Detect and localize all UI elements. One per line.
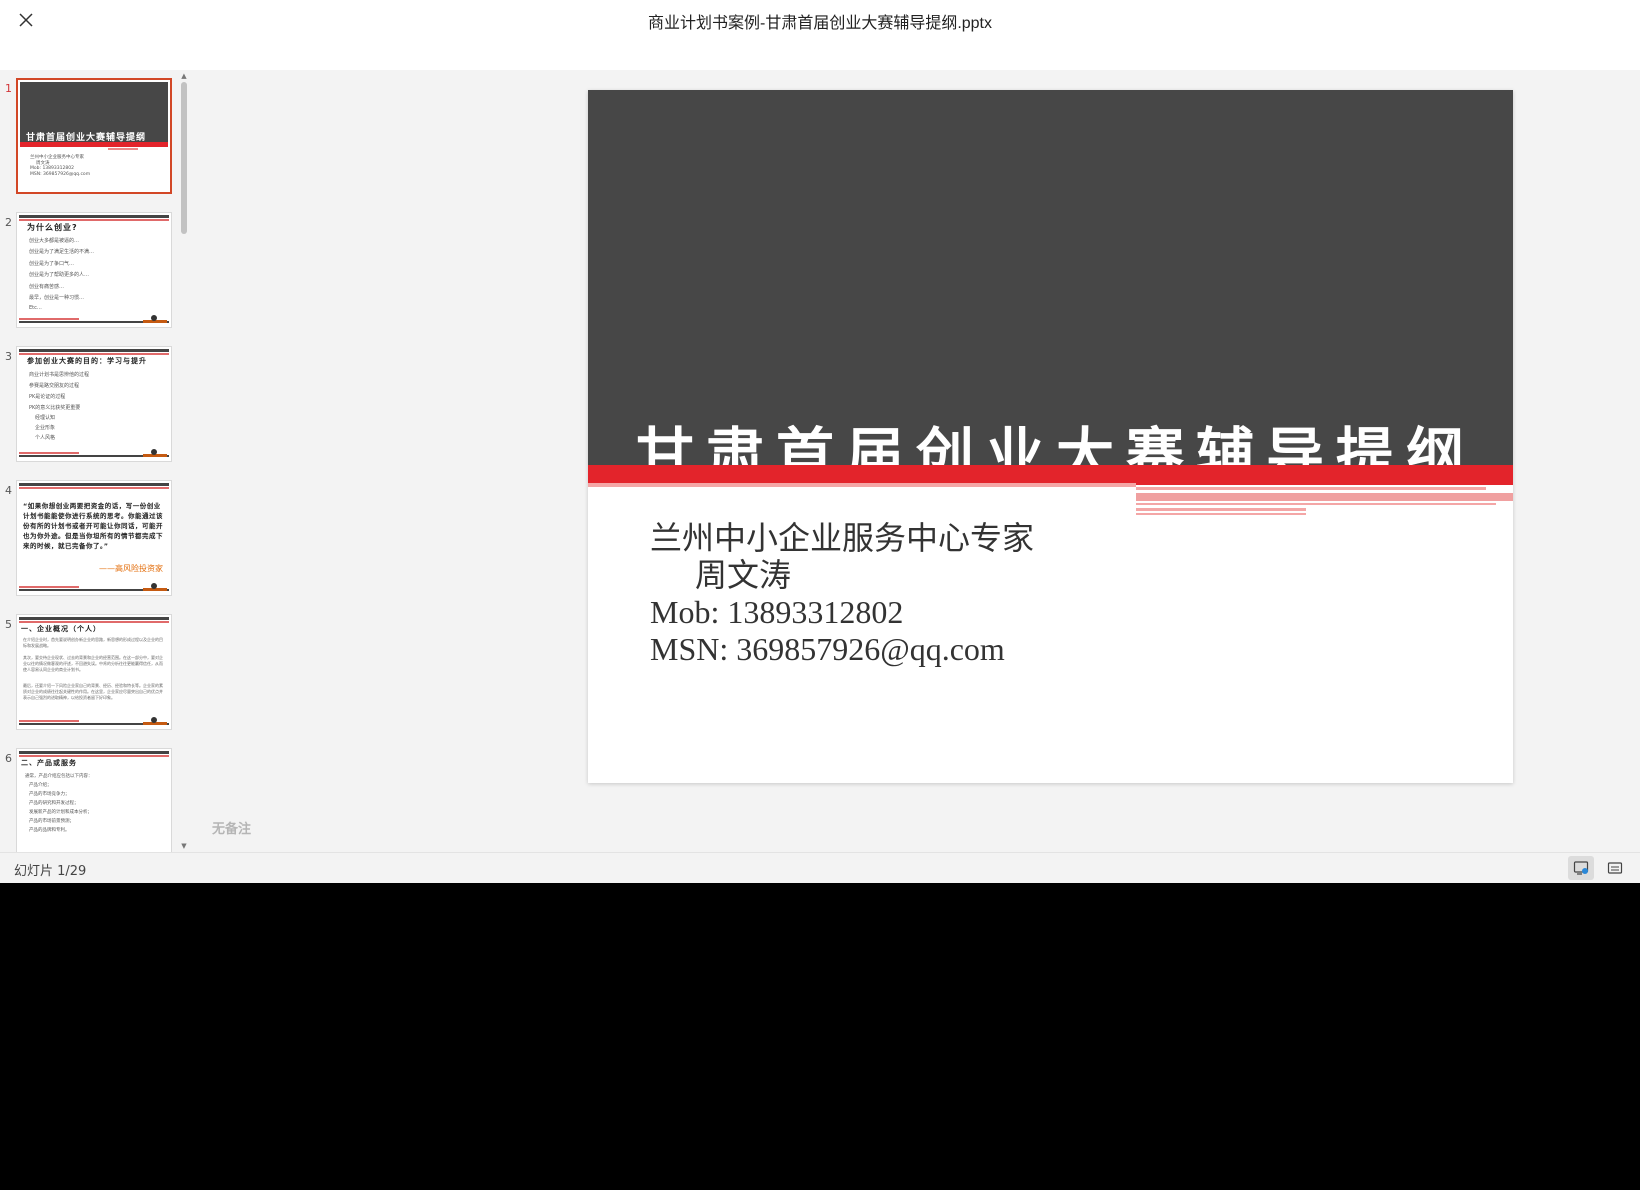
slide-body-text: 兰州中小企业服务中心专家 周文涛 Mob: 13893312802 MSN: 3…: [650, 520, 1034, 668]
thumbnail-preview[interactable]: 参加创业大赛的目的：学习与提升 商业计划书是思辨他的过程 参赛是路交朋友的过程 …: [16, 346, 172, 462]
thumbnail-slide-5[interactable]: 5 一、企业概况（个人） 在介绍企业时，首先要说明创办新企业的思路，新思想的形成…: [0, 606, 180, 730]
slide-stripe: [588, 483, 1136, 487]
thumb-bottom-stripe: [19, 318, 79, 320]
scroll-up-arrow-icon[interactable]: ▲: [180, 72, 188, 80]
thumb-line: PK是论证的过程: [29, 394, 66, 400]
thumbnail-slide-1[interactable]: 1 甘肃首届创业大赛辅导提纲 兰州中小企业服务中心专家 周文涛 Mob: 138…: [0, 70, 180, 194]
thumb-bottom-stripe: [19, 452, 79, 454]
title-bar: 商业计划书案例-甘肃首届创业大赛辅导提纲.pptx: [0, 0, 1640, 70]
thumbnail-number: 6: [5, 752, 12, 765]
thumb-line: 产品的市场竞争力；: [29, 792, 70, 797]
thumb-line: 创业大多都是被逼的…: [29, 238, 80, 244]
slide-line-mobile: Mob: 13893312802: [650, 594, 904, 630]
thumb-title: 为什么创业?: [27, 223, 78, 232]
thumbnail-slide-6[interactable]: 6 二、产品或服务 通常，产品介绍应包括以下内容： 产品介绍； 产品的市场竞争力…: [0, 740, 180, 852]
thumb-line: 参赛是路交朋友的过程: [29, 383, 80, 389]
thumbnail-number: 3: [5, 350, 12, 363]
thumb-top-bar: [19, 483, 169, 486]
thumb-line: Etc…: [29, 305, 42, 311]
slide-stripe: [1136, 503, 1496, 505]
thumb-bottom-stripe: [19, 720, 79, 722]
slide-red-band: [588, 465, 1513, 485]
thumb-quote: “如果你想创业两要把资金的话，写一份创业计划书能能使你进行系统的思考。你能通过该…: [23, 502, 163, 550]
thumbnail-number: 1: [5, 82, 12, 95]
thumb-paragraph: 最后，还要介绍一下风险企业家自己的背景、经历、经验和特长等。企业家的素质对企业的…: [23, 683, 163, 700]
slide-stripe: [1136, 513, 1306, 515]
thumb-top-bar: [19, 215, 169, 218]
slide-thumbnail-panel: 1 甘肃首届创业大赛辅导提纲 兰州中小企业服务中心专家 周文涛 Mob: 138…: [0, 70, 190, 852]
thumb-line: 产品介绍；: [29, 783, 52, 788]
thumb-line: 产品的市场前景预测；: [29, 819, 74, 824]
current-slide[interactable]: 甘肃首届创业大赛辅导提纲 兰州中小企业服务中心专家 周文涛 Mob: 13893…: [588, 90, 1513, 783]
thumb-top-stripe: [19, 755, 169, 757]
thumb-line: 企业形象: [35, 425, 56, 431]
thumb-line: MSN: 369857926@qq.com: [30, 172, 91, 177]
thumbnail-slide-4[interactable]: 4 “如果你想创业两要把资金的话，写一份创业计划书能能使你进行系统的思考。你能通…: [0, 472, 180, 596]
thumb-top-stripe: [19, 353, 169, 355]
thumb-line: 创业有痛苦感…: [29, 284, 65, 290]
slide-line-msn: MSN: 369857926@qq.com: [650, 631, 1005, 667]
thumb-line: 经理认知: [35, 415, 56, 421]
thumb-title: 二、产品或服务: [21, 759, 77, 767]
subtitles-icon: [1607, 862, 1623, 874]
notes-view-button[interactable]: [1568, 856, 1594, 880]
thumb-title: 参加创业大赛的目的：学习与提升: [27, 357, 147, 365]
subtitles-view-button[interactable]: [1602, 856, 1628, 880]
app-window: 商业计划书案例-甘肃首届创业大赛辅导提纲.pptx 1 甘肃首届创业大赛辅导提纲…: [0, 0, 1640, 883]
thumb-red-stripe: [108, 148, 138, 150]
thumb-line: 创业是为了争口气…: [29, 261, 75, 267]
slide-stripe: [1136, 487, 1486, 490]
document-title: 商业计划书案例-甘肃首届创业大赛辅导提纲.pptx: [647, 15, 993, 32]
thumb-line: 产品的品牌和专利。: [29, 828, 70, 833]
scroll-thumb[interactable]: [181, 82, 187, 234]
thumbnail-number: 5: [5, 618, 12, 631]
thumb-title: 一、企业概况（个人）: [21, 625, 101, 633]
slide-stripe: [1136, 493, 1513, 501]
thumb-line: 产品的研究和开发过程；: [29, 801, 79, 806]
thumb-quote-signature: ——高风险投资家: [99, 564, 163, 573]
thumbnail-number: 4: [5, 484, 12, 497]
thumbnail-slide-2[interactable]: 2 为什么创业? 创业大多都是被逼的… 创业是为了满足生活的不满… 创业是为了争…: [0, 204, 180, 328]
thumb-line: 最早，创业是一种习惯…: [29, 295, 85, 301]
thumb-top-stripe: [19, 621, 169, 623]
thumbnail-preview[interactable]: “如果你想创业两要把资金的话，写一份创业计划书能能使你进行系统的思考。你能通过该…: [16, 480, 172, 596]
thumb-line: 创业是为了帮助更多的人…: [29, 272, 90, 278]
thumb-bottom-dot: [151, 583, 157, 589]
thumb-bottom-stripe: [19, 586, 79, 588]
thumb-top-stripe: [19, 487, 169, 489]
slide-counter: 幻灯片 1/29: [14, 864, 87, 879]
notes-view-icon: [1573, 861, 1589, 875]
status-bar: 幻灯片 1/29: [0, 852, 1640, 883]
thumb-top-bar: [19, 751, 169, 754]
slide-line-name: 周文涛: [695, 557, 792, 593]
scroll-down-arrow-icon[interactable]: ▼: [180, 842, 188, 850]
thumb-top-bar: [19, 349, 169, 352]
thumb-bottom-dot: [151, 449, 157, 455]
thumb-line: 个人风格: [35, 435, 56, 441]
thumbnail-preview[interactable]: 二、产品或服务 通常，产品介绍应包括以下内容： 产品介绍； 产品的市场竞争力； …: [16, 748, 172, 852]
thumb-bottom-dot: [151, 717, 157, 723]
thumbnail-preview[interactable]: 甘肃首届创业大赛辅导提纲 兰州中小企业服务中心专家 周文涛 Mob: 13893…: [16, 78, 172, 194]
thumb-top-stripe: [19, 219, 169, 221]
thumb-red-band: [20, 142, 168, 147]
slide-stripe: [1136, 508, 1306, 511]
thumb-line: 通常，产品介绍应包括以下内容：: [25, 774, 93, 779]
thumb-line: Mob: 13893312802: [30, 166, 74, 171]
thumb-paragraph: 其次，要交待企业现状、过去的背景和企业的经营范围。在这一部分中，要对企业以往的情…: [23, 655, 163, 672]
thumb-paragraph: 在介绍企业时，首先要说明创办新企业的思路，新思想的形成过程以及企业的目标和发展战…: [23, 637, 163, 648]
thumbnail-preview[interactable]: 一、企业概况（个人） 在介绍企业时，首先要说明创办新企业的思路，新思想的形成过程…: [16, 614, 172, 730]
thumb-line: 商业计划书是思辨他的过程: [29, 372, 90, 378]
thumb-line: 发展新产品的计划和成本分析；: [29, 810, 92, 815]
thumbnail-number: 2: [5, 216, 12, 229]
thumb-bottom-dot: [151, 315, 157, 321]
thumbnail-slide-3[interactable]: 3 参加创业大赛的目的：学习与提升 商业计划书是思辨他的过程 参赛是路交朋友的过…: [0, 338, 180, 462]
thumb-top-bar: [19, 617, 169, 620]
thumbnail-preview[interactable]: 为什么创业? 创业大多都是被逼的… 创业是为了满足生活的不满… 创业是为了争口气…: [16, 212, 172, 328]
slide-canvas: 甘肃首届创业大赛辅导提纲 兰州中小企业服务中心专家 周文涛 Mob: 13893…: [190, 70, 1640, 852]
thumb-line: PK的意义比获奖更重要: [29, 405, 81, 411]
thumb-line: 创业是为了满足生活的不满…: [29, 249, 95, 255]
notes-placeholder[interactable]: 无备注: [212, 818, 251, 837]
slide-line-organization: 兰州中小企业服务中心专家: [650, 520, 1035, 556]
thumbnail-scrollbar[interactable]: ▲ ▼: [180, 72, 188, 850]
